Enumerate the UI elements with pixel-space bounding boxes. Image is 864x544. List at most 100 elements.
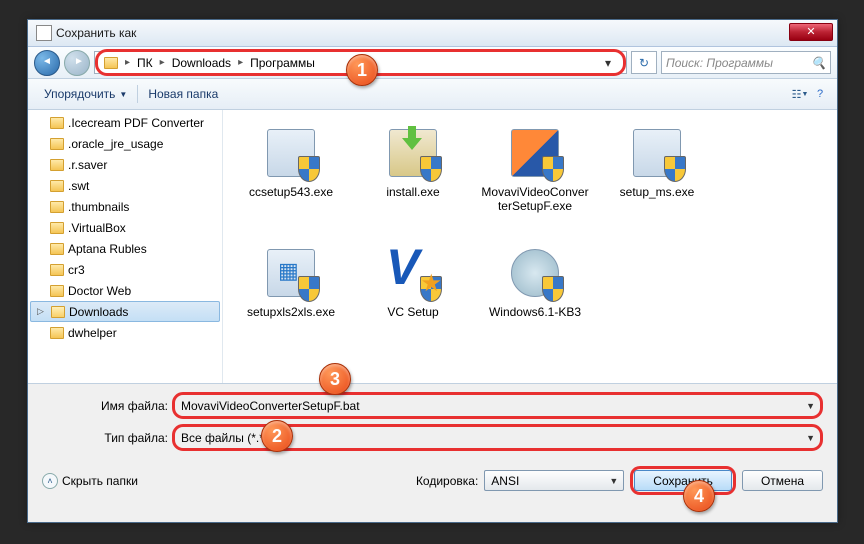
bottom-panel: Имя файла: MovaviVideoConverterSetupF.ba… bbox=[28, 384, 837, 505]
breadcrumb-seg[interactable]: ПК bbox=[133, 52, 157, 73]
chevron-down-icon[interactable]: ▼ bbox=[609, 476, 618, 486]
new-folder-button[interactable]: Новая папка bbox=[140, 83, 226, 105]
close-button[interactable]: ✕ bbox=[789, 23, 833, 41]
annotation-marker-2: 2 bbox=[261, 420, 293, 452]
help-button[interactable]: ? bbox=[811, 85, 829, 103]
expand-icon[interactable]: ▷ bbox=[37, 306, 47, 317]
tree-item[interactable]: .thumbnails bbox=[28, 196, 222, 217]
filetype-label: Тип файла: bbox=[42, 431, 172, 445]
chevron-down-icon[interactable]: ▼ bbox=[806, 433, 815, 443]
dialog-body: .Icecream PDF Converter .oracle_jre_usage… bbox=[28, 110, 837, 384]
search-input[interactable]: Поиск: Программы 🔍 bbox=[661, 51, 831, 74]
file-icon bbox=[506, 124, 564, 182]
tree-item[interactable]: ▷Downloads bbox=[30, 301, 220, 322]
tree-label: Aptana Rubles bbox=[68, 242, 147, 256]
filename-label: Имя файла: bbox=[42, 399, 172, 413]
refresh-button[interactable]: ↻ bbox=[631, 51, 657, 74]
tree-item[interactable]: .VirtualBox bbox=[28, 217, 222, 238]
shield-icon bbox=[298, 156, 320, 182]
annotation-marker-3: 3 bbox=[319, 363, 351, 395]
shield-icon bbox=[542, 276, 564, 302]
file-item[interactable]: MovaviVideoConverterSetupF.exe bbox=[475, 118, 595, 232]
tree-label: .r.saver bbox=[68, 158, 107, 172]
tree-item[interactable]: dwhelper bbox=[28, 322, 222, 343]
chevron-down-icon: ▼ bbox=[119, 90, 127, 99]
file-item[interactable]: VC Setup bbox=[353, 238, 473, 352]
breadcrumb-seg[interactable]: Downloads bbox=[168, 52, 235, 73]
folder-icon bbox=[50, 327, 64, 339]
file-icon bbox=[262, 244, 320, 302]
file-item[interactable]: install.exe bbox=[353, 118, 473, 232]
collapse-icon: ˄ bbox=[42, 473, 58, 489]
tree-item[interactable]: .r.saver bbox=[28, 154, 222, 175]
file-item[interactable]: Windows6.1-KB3 bbox=[475, 238, 595, 352]
file-label: ccsetup543.exe bbox=[249, 186, 333, 200]
drive-icon bbox=[104, 57, 118, 69]
breadcrumb-seg[interactable]: Программы bbox=[246, 52, 319, 73]
tree-item[interactable]: Aptana Rubles bbox=[28, 238, 222, 259]
file-label: Windows6.1-KB3 bbox=[489, 306, 581, 320]
toolbar: Упорядочить ▼ Новая папка ☷ ▼ ? bbox=[28, 79, 837, 110]
file-label: setupxls2xls.exe bbox=[247, 306, 335, 320]
annotation-marker-1: 1 bbox=[346, 54, 378, 86]
tree-label: .oracle_jre_usage bbox=[68, 137, 163, 151]
file-icon bbox=[384, 124, 442, 182]
titlebar: Сохранить как ✕ bbox=[28, 20, 837, 47]
folder-icon bbox=[50, 222, 64, 234]
shield-icon bbox=[542, 156, 564, 182]
folder-icon bbox=[50, 285, 64, 297]
folder-icon bbox=[51, 306, 65, 318]
save-dialog: Сохранить как ✕ ▸ ПК ▸ Downloads ▸ Прогр… bbox=[27, 19, 838, 523]
window-title: Сохранить как bbox=[56, 26, 136, 40]
back-button[interactable] bbox=[34, 50, 60, 76]
chevron-icon: ▸ bbox=[157, 57, 168, 68]
file-icon bbox=[628, 124, 686, 182]
file-item[interactable]: ccsetup543.exe bbox=[231, 118, 351, 232]
file-item[interactable]: setup_ms.exe bbox=[597, 118, 717, 232]
shield-icon bbox=[420, 276, 442, 302]
app-icon bbox=[36, 25, 52, 41]
tree-label: .swt bbox=[68, 179, 89, 193]
encoding-combo[interactable]: ANSI ▼ bbox=[484, 470, 624, 491]
view-mode-button[interactable]: ☷ ▼ bbox=[791, 85, 809, 103]
highlight-outline-3: MovaviVideoConverterSetupF.bat ▼ bbox=[172, 392, 823, 419]
file-label: install.exe bbox=[386, 186, 439, 200]
folder-icon bbox=[50, 117, 64, 129]
navbar: ▸ ПК ▸ Downloads ▸ Программы ▾ ↻ Поиск: … bbox=[28, 47, 837, 79]
shield-icon bbox=[420, 156, 442, 182]
annotation-marker-4: 4 bbox=[683, 480, 715, 512]
save-button[interactable]: Сохранить bbox=[634, 470, 732, 491]
shield-icon bbox=[664, 156, 686, 182]
folder-tree[interactable]: .Icecream PDF Converter .oracle_jre_usage… bbox=[28, 110, 223, 383]
file-grid[interactable]: ccsetup543.exe install.exe MovaviVideoConv… bbox=[223, 110, 837, 383]
tree-item[interactable]: .Icecream PDF Converter bbox=[28, 112, 222, 133]
folder-icon bbox=[50, 159, 64, 171]
tree-item[interactable]: .oracle_jre_usage bbox=[28, 133, 222, 154]
file-icon bbox=[262, 124, 320, 182]
file-icon bbox=[506, 244, 564, 302]
file-label: setup_ms.exe bbox=[620, 186, 695, 200]
search-icon: 🔍 bbox=[811, 56, 826, 70]
tree-label: .thumbnails bbox=[68, 200, 129, 214]
forward-button[interactable] bbox=[64, 50, 90, 76]
tree-item[interactable]: cr3 bbox=[28, 259, 222, 280]
hide-folders-toggle[interactable]: ˄ Скрыть папки bbox=[42, 473, 138, 489]
organize-menu[interactable]: Упорядочить ▼ bbox=[36, 83, 135, 105]
separator bbox=[137, 85, 138, 103]
encoding-label: Кодировка: bbox=[416, 474, 478, 488]
file-label: MovaviVideoConverterSetupF.exe bbox=[480, 186, 590, 214]
tree-item[interactable]: Doctor Web bbox=[28, 280, 222, 301]
tree-label: .VirtualBox bbox=[68, 221, 126, 235]
chevron-down-icon[interactable]: ▼ bbox=[806, 401, 815, 411]
file-label: VC Setup bbox=[387, 306, 438, 320]
chevron-icon: ▸ bbox=[122, 57, 133, 68]
chevron-icon: ▸ bbox=[235, 57, 246, 68]
cancel-button[interactable]: Отмена bbox=[742, 470, 823, 491]
filename-input[interactable]: MovaviVideoConverterSetupF.bat ▼ bbox=[175, 395, 820, 416]
file-item[interactable]: setupxls2xls.exe bbox=[231, 238, 351, 352]
folder-icon bbox=[50, 243, 64, 255]
breadcrumb-dropdown[interactable]: ▾ bbox=[595, 56, 621, 70]
tree-item[interactable]: .swt bbox=[28, 175, 222, 196]
folder-icon bbox=[50, 138, 64, 150]
folder-icon bbox=[50, 201, 64, 213]
